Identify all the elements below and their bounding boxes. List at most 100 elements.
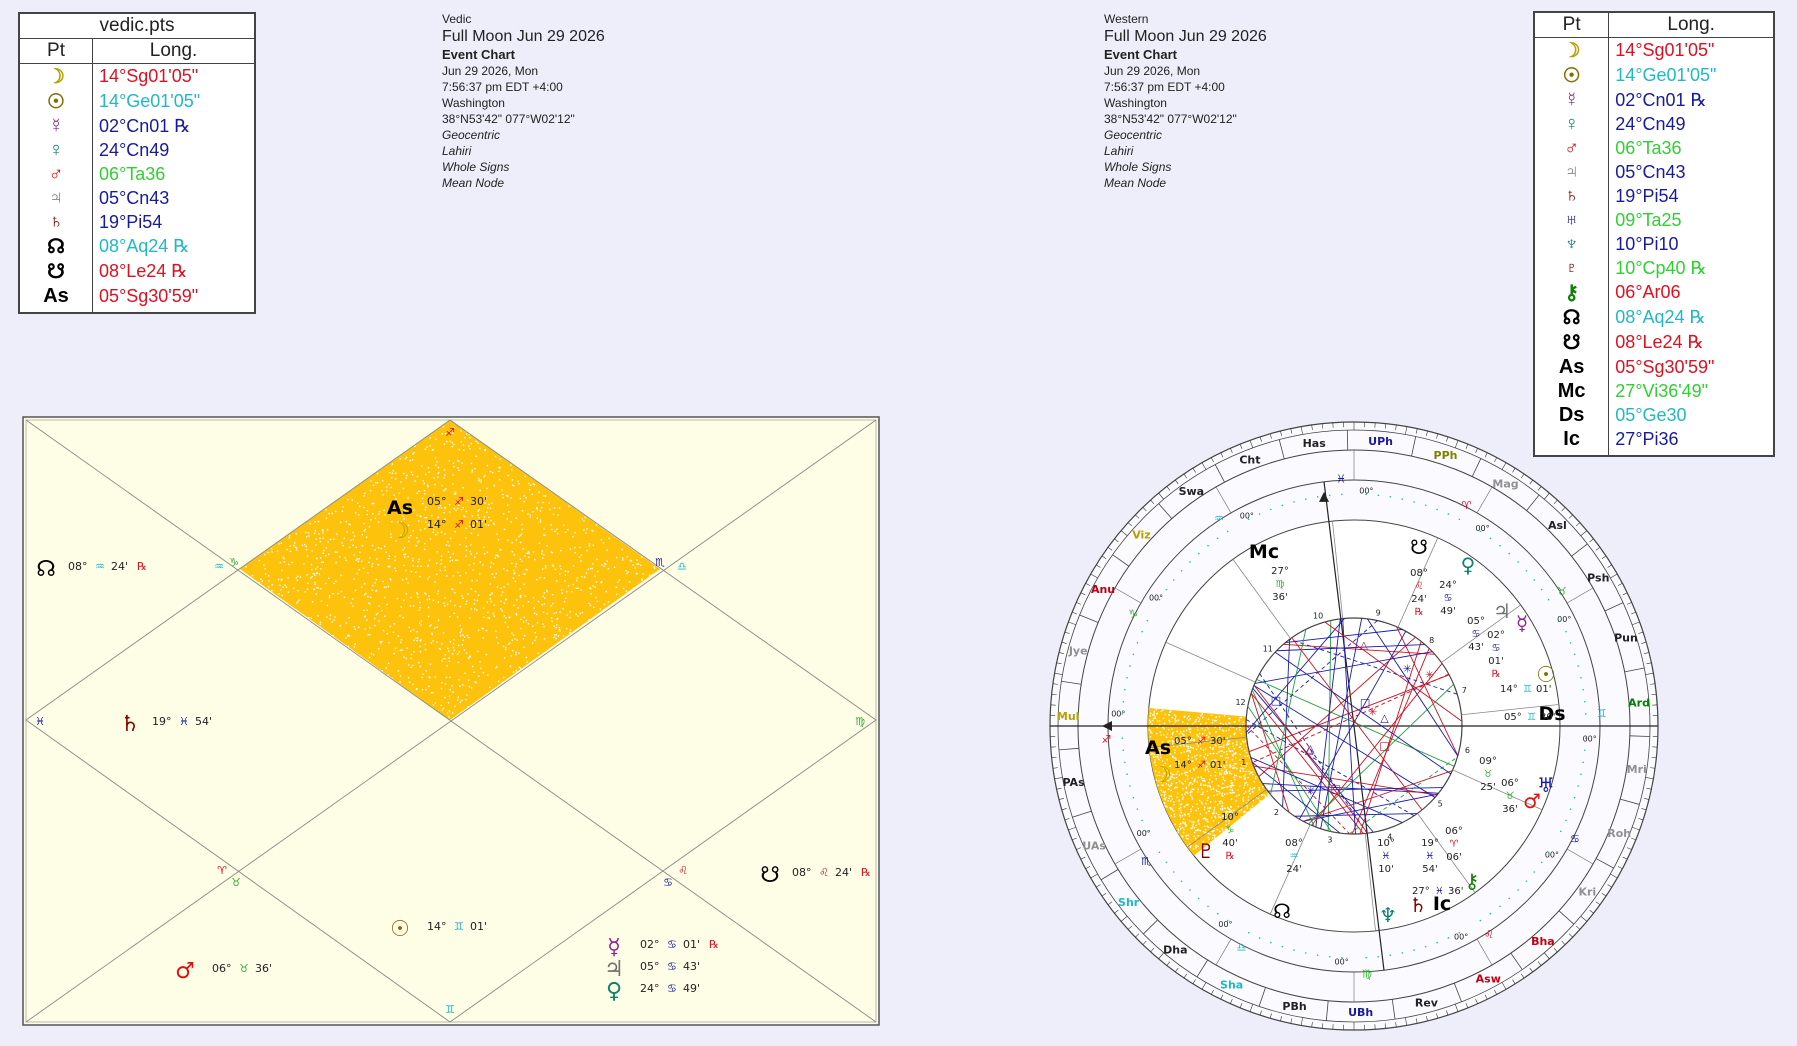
speckle <box>559 573 560 574</box>
sign-icon: ♓ <box>1426 851 1435 862</box>
speckle <box>458 645 459 646</box>
speckle <box>640 565 641 566</box>
speckle <box>460 582 461 583</box>
speckle <box>478 480 479 481</box>
speckle <box>412 459 413 460</box>
speckle <box>468 658 469 659</box>
speckle <box>388 674 389 675</box>
speckle <box>488 504 489 505</box>
speckle <box>477 511 478 512</box>
speckle <box>333 583 334 584</box>
speckle <box>378 648 379 649</box>
speckle <box>407 647 408 648</box>
speckle <box>1212 781 1213 782</box>
speckle <box>299 600 300 601</box>
speckle <box>508 511 509 512</box>
speckle <box>305 532 306 533</box>
speckle <box>1192 789 1193 790</box>
minutes: 25' <box>1480 782 1495 793</box>
speckle <box>384 616 385 617</box>
speckle <box>1237 789 1238 790</box>
speckle <box>576 580 577 581</box>
speckle <box>516 563 517 564</box>
speckle <box>459 679 460 680</box>
speckle <box>576 588 577 589</box>
speckle <box>1193 848 1194 849</box>
speckle <box>606 549 607 550</box>
speckle <box>311 569 312 570</box>
minutes: 30' <box>1540 712 1555 723</box>
speckle <box>364 594 365 595</box>
speckle <box>1198 721 1199 722</box>
speckle <box>1239 720 1240 721</box>
speckle <box>491 502 492 503</box>
sign-dot <box>1259 937 1261 939</box>
speckle <box>1187 778 1188 779</box>
speckle <box>332 593 333 594</box>
speckle <box>443 708 444 709</box>
speckle <box>1156 709 1157 710</box>
speckle <box>478 675 479 676</box>
speckle <box>392 464 393 465</box>
speckle <box>1230 789 1231 790</box>
speckle <box>424 543 425 544</box>
speckle <box>315 568 316 569</box>
speckle <box>1240 770 1241 771</box>
speckle <box>372 585 373 586</box>
speckle <box>1196 719 1197 720</box>
speckle <box>306 546 307 547</box>
speckle <box>510 521 511 522</box>
sign-dot <box>1459 518 1461 520</box>
planet-longitude: 14°Ge01'05" <box>93 89 255 114</box>
speckle <box>463 515 464 516</box>
speckle <box>1239 776 1240 777</box>
planet-glyph-icon: ☽ <box>19 64 93 90</box>
speckle <box>636 564 637 565</box>
speckle <box>278 543 279 544</box>
speckle <box>427 578 428 579</box>
speckle <box>627 556 628 557</box>
speckle <box>569 617 570 618</box>
speckle <box>461 595 462 596</box>
speckle <box>590 568 591 569</box>
nakshatra-label: PPh <box>1434 449 1458 462</box>
speckle <box>1167 733 1168 734</box>
speckle <box>434 581 435 582</box>
speckle <box>1228 740 1229 741</box>
speckle <box>1233 792 1234 793</box>
sign-icon: ♉ <box>1484 769 1493 780</box>
sign-dot <box>1129 785 1131 787</box>
speckle <box>1178 829 1179 830</box>
speckle <box>1220 808 1221 809</box>
sign-icon: ♉ <box>1557 585 1567 598</box>
speckle <box>378 564 379 565</box>
speckle <box>1229 750 1230 751</box>
speckle <box>454 508 455 509</box>
speckle <box>1240 754 1241 755</box>
speckle <box>601 564 602 565</box>
speckle <box>311 576 312 577</box>
speckle <box>1185 822 1186 823</box>
sign-icon: ♐ <box>454 495 464 508</box>
speckle <box>454 613 455 614</box>
speckle <box>1189 771 1190 772</box>
sign-dot <box>1207 905 1209 907</box>
speckle <box>419 646 420 647</box>
planet-longitude: 10°Cp40 ℞ <box>1609 256 1774 280</box>
speckle <box>1189 729 1190 730</box>
house-number: 1 <box>1241 758 1246 767</box>
speckle <box>452 560 453 561</box>
speckle <box>507 584 508 585</box>
speckle <box>364 495 365 496</box>
speckle <box>380 642 381 643</box>
speckle <box>1226 754 1227 755</box>
speckle <box>1175 716 1176 717</box>
speckle <box>494 485 495 486</box>
speckle <box>449 696 450 697</box>
sign-dot <box>1377 494 1379 496</box>
speckle <box>544 638 545 639</box>
speckle <box>291 562 292 563</box>
speckle <box>372 503 373 504</box>
speckle <box>552 594 553 595</box>
speckle <box>542 502 543 503</box>
